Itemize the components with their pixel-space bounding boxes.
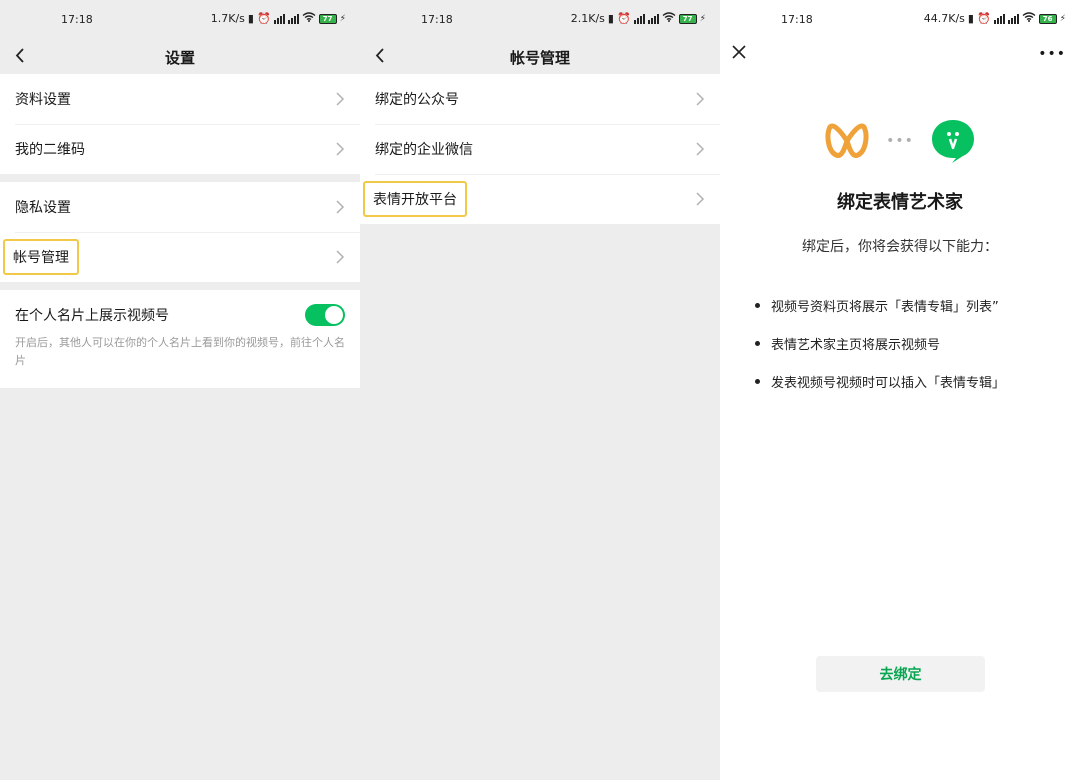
network-speed: 2.1K/s [570, 12, 605, 25]
alarm-icon: ⏰ [976, 12, 991, 25]
back-icon[interactable] [10, 44, 34, 68]
chevron-right-icon [696, 142, 705, 156]
account-item-wecom[interactable]: 绑定的企业微信 [360, 124, 720, 174]
account-item-label: 表情开放平台 [363, 181, 467, 217]
alarm-icon: ⏰ [616, 12, 631, 25]
signal-icon [993, 13, 1005, 24]
page-subtitle: 绑定后，你将会获得以下能力： [802, 239, 998, 255]
alarm-icon: ⏰ [256, 12, 271, 25]
nav-bar: 设置 [0, 40, 360, 74]
signal-icon [633, 13, 645, 24]
bind-artist-screen: 17:18 44.7K/s ▮ ⏰ 76 ⚡ ••• ••• 绑定表情艺术家 绑… [720, 0, 1080, 780]
bind-button[interactable]: 去绑定 [816, 656, 985, 692]
toggle-label: 在个人名片上展示视频号 [15, 308, 169, 324]
status-time: 17:18 [781, 13, 813, 26]
settings-item-label: 隐私设置 [15, 200, 71, 216]
signal-icon [647, 13, 659, 24]
benefit-item: 表情艺术家主页将展示视频号 [755, 334, 1080, 353]
chevron-right-icon [696, 92, 705, 106]
account-item-sticker-platform[interactable]: 表情开放平台 [360, 174, 720, 224]
settings-item-label: 帐号管理 [3, 239, 79, 275]
status-time: 17:18 [61, 13, 93, 26]
top-bar: ••• [720, 40, 1080, 74]
settings-item-profile[interactable]: 资料设置 [0, 74, 360, 124]
account-management-screen: 17:18 2.1K/s ▮ ⏰ 77 ⚡ 帐号管理 绑定的公众号 绑定的企业微… [360, 0, 720, 780]
network-speed: 44.7K/s [923, 12, 965, 25]
network-speed: 1.7K/s [210, 12, 245, 25]
account-item-official-accounts[interactable]: 绑定的公众号 [360, 74, 720, 124]
account-list: 绑定的公众号 绑定的企业微信 表情开放平台 [360, 74, 720, 224]
benefit-list: 视频号资料页将展示「表情专辑」列表” 表情艺术家主页将展示视频号 发表视频号视频… [720, 296, 1080, 391]
close-icon[interactable] [730, 43, 748, 61]
chevron-right-icon [336, 92, 345, 106]
wifi-icon [1022, 12, 1036, 25]
connector-dots-icon: ••• [886, 133, 914, 149]
vibrate-icon: ▮ [607, 12, 614, 25]
chevron-right-icon [336, 200, 345, 214]
settings-item-qrcode[interactable]: 我的二维码 [0, 124, 360, 174]
charging-icon: ⚡ [1059, 13, 1066, 24]
settings-item-label: 资料设置 [15, 92, 71, 108]
chevron-right-icon [336, 142, 345, 156]
wechat-sticker-logo-icon [931, 120, 974, 163]
status-bar: 17:18 2.1K/s ▮ ⏰ 77 ⚡ [360, 0, 720, 40]
account-item-label: 绑定的公众号 [375, 92, 459, 108]
page-title: 帐号管理 [509, 48, 570, 67]
wifi-icon [662, 12, 676, 25]
battery-icon: 77 [678, 13, 697, 24]
benefit-item: 视频号资料页将展示「表情专辑」列表” [755, 296, 1080, 315]
toggle-knob [325, 306, 343, 324]
sticker-artist-logo-icon [825, 123, 869, 158]
chevron-right-icon [336, 250, 345, 264]
chevron-right-icon [696, 192, 705, 206]
settings-screen: 17:18 1.7K/s ▮ ⏰ 77 ⚡ 设置 资料设置 我的二维码 隐私设置… [0, 0, 360, 780]
status-time: 17:18 [421, 13, 453, 26]
back-icon[interactable] [370, 44, 394, 68]
nav-bar: 帐号管理 [360, 40, 720, 74]
settings-group-2: 隐私设置 帐号管理 [0, 182, 360, 282]
battery-icon: 76 [1038, 13, 1057, 24]
status-bar: 17:18 44.7K/s ▮ ⏰ 76 ⚡ [720, 0, 1080, 40]
settings-item-label: 我的二维码 [15, 142, 85, 158]
signal-icon [287, 13, 299, 24]
channels-toggle-group: 在个人名片上展示视频号 开启后，其他人可以在你的个人名片上看到你的视频号，前往个… [0, 290, 360, 388]
status-bar: 17:18 1.7K/s ▮ ⏰ 77 ⚡ [0, 0, 360, 40]
benefit-item: 发表视频号视频时可以插入「表情专辑」 [755, 372, 1080, 391]
show-channels-toggle[interactable] [305, 304, 345, 326]
vibrate-icon: ▮ [967, 12, 974, 25]
vibrate-icon: ▮ [247, 12, 254, 25]
page-heading: 绑定表情艺术家 [837, 192, 963, 213]
charging-icon: ⚡ [339, 13, 346, 24]
logo-row: ••• [720, 118, 1080, 164]
page-title: 设置 [164, 48, 195, 67]
signal-icon [273, 13, 285, 24]
wifi-icon [302, 12, 316, 25]
signal-icon [1007, 13, 1019, 24]
settings-group-1: 资料设置 我的二维码 [0, 74, 360, 174]
account-item-label: 绑定的企业微信 [375, 142, 473, 158]
settings-item-privacy[interactable]: 隐私设置 [0, 182, 360, 232]
charging-icon: ⚡ [699, 13, 706, 24]
more-icon[interactable]: ••• [1038, 46, 1066, 62]
toggle-description: 开启后，其他人可以在你的个人名片上看到你的视频号，前往个人名片 [15, 336, 345, 367]
battery-icon: 77 [318, 13, 337, 24]
settings-item-account[interactable]: 帐号管理 [0, 232, 360, 282]
